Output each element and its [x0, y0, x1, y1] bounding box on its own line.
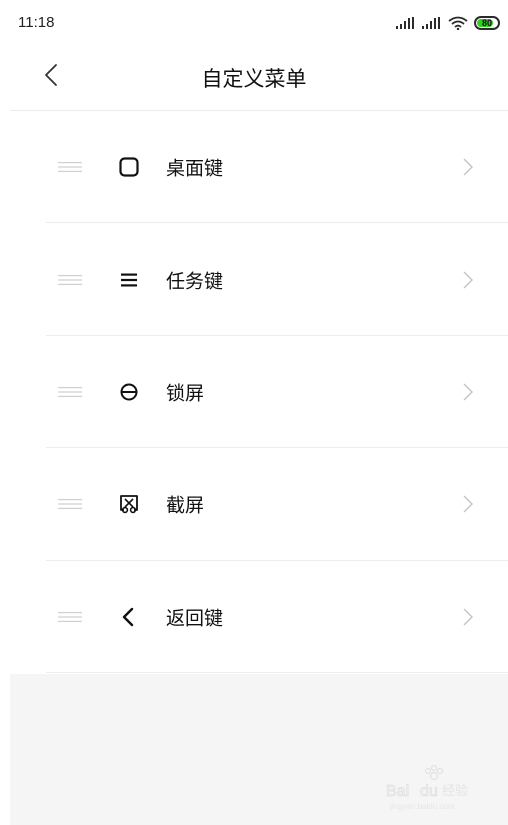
chevron-right-icon	[463, 608, 473, 626]
item-label: 截屏	[166, 494, 205, 517]
drag-handle-icon[interactable]	[58, 611, 82, 623]
signal-icon	[396, 17, 414, 29]
item-label: 桌面键	[166, 157, 224, 180]
chevron-right-icon	[463, 383, 473, 401]
wifi-icon	[448, 16, 468, 30]
svg-text:Bai: Bai	[386, 783, 409, 800]
back-icon	[117, 605, 141, 629]
list-item-task-key[interactable]: 任务键	[0, 223, 508, 336]
row-divider	[46, 671, 508, 673]
bottom-area: Bai du 经验 jingyan.baidu.com	[10, 674, 508, 825]
menu-icon	[117, 268, 141, 292]
list-item-back-key[interactable]: 返回键	[0, 561, 508, 673]
baidu-watermark-logo: Bai du 经验 jingyan.baidu.com	[386, 764, 468, 811]
item-label: 返回键	[166, 607, 224, 630]
page-title: 自定义菜单	[201, 67, 307, 91]
svg-text:du: du	[420, 783, 438, 800]
chevron-right-icon	[463, 158, 473, 176]
status-time: 11:18	[18, 14, 55, 31]
signal-icon	[422, 17, 440, 29]
drag-handle-icon[interactable]	[58, 161, 82, 173]
chevron-right-icon	[463, 495, 473, 513]
list-item-desktop-key[interactable]: 桌面键	[0, 111, 508, 224]
status-icons: 80	[396, 14, 500, 32]
chevron-right-icon	[463, 271, 473, 289]
drag-handle-icon[interactable]	[58, 386, 82, 398]
square-icon	[117, 155, 141, 179]
svg-text:jingyan.baidu.com: jingyan.baidu.com	[389, 802, 455, 811]
item-label: 锁屏	[166, 382, 205, 405]
menu-list: 桌面键 任务键 锁屏 截屏 返回键	[0, 111, 508, 673]
lock-icon	[117, 380, 141, 404]
svg-text:经验: 经验	[442, 783, 468, 799]
status-bar: 11:18 80	[0, 0, 508, 46]
screenshot-icon	[117, 492, 141, 516]
list-item-lock-screen[interactable]: 锁屏	[0, 336, 508, 449]
header: 自定义菜单	[0, 46, 508, 110]
battery-icon: 80	[474, 16, 500, 30]
list-item-screenshot[interactable]: 截屏	[0, 448, 508, 561]
item-label: 任务键	[166, 270, 224, 293]
drag-handle-icon[interactable]	[58, 498, 82, 510]
drag-handle-icon[interactable]	[58, 274, 82, 286]
battery-level: 80	[481, 17, 492, 28]
